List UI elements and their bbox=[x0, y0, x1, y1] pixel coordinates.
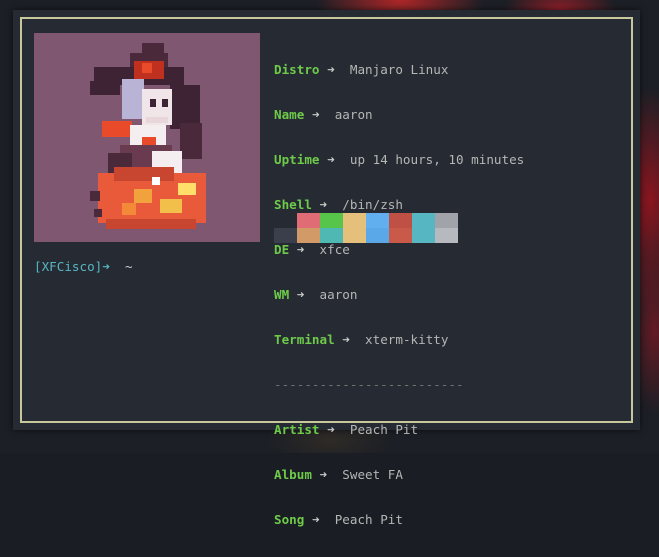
info-key: Terminal bbox=[274, 332, 335, 347]
info-row-album: Album ➜ Sweet FA bbox=[274, 467, 524, 482]
info-row-name: Name ➜ aaron bbox=[274, 107, 524, 122]
color-swatch bbox=[389, 228, 412, 243]
info-row-uptime: Uptime ➜ up 14 hours, 10 minutes bbox=[274, 152, 524, 167]
arrow-icon: ➜ bbox=[319, 467, 328, 482]
arrow-icon: ➜ bbox=[296, 287, 305, 302]
info-row-shell: Shell ➜ /bin/zsh bbox=[274, 197, 524, 212]
info-value: Peach Pit bbox=[334, 512, 403, 527]
prompt-host: [XFCisco] bbox=[34, 259, 103, 274]
color-swatch bbox=[297, 228, 320, 243]
arrow-icon: ➜ bbox=[327, 152, 335, 167]
info-value: Manjaro Linux bbox=[349, 62, 449, 77]
info-row-distro: Distro ➜ Manjaro Linux bbox=[274, 62, 524, 77]
color-swatch bbox=[274, 228, 297, 243]
info-value: xterm-kitty bbox=[365, 332, 449, 347]
color-swatch bbox=[412, 213, 435, 228]
color-swatch bbox=[343, 228, 366, 243]
info-value: aaron bbox=[334, 107, 373, 122]
info-row-wm: WM ➜ aaron bbox=[274, 287, 524, 302]
info-key: WM bbox=[274, 287, 290, 302]
info-value: Peach Pit bbox=[349, 422, 419, 437]
info-key: Song bbox=[274, 512, 305, 527]
prompt-arrow-icon: ➜ bbox=[102, 259, 110, 274]
arrow-icon: ➜ bbox=[327, 422, 335, 437]
arrow-icon: ➜ bbox=[296, 242, 305, 257]
info-value: aaron bbox=[319, 287, 358, 302]
color-swatch bbox=[366, 213, 389, 228]
color-palette bbox=[274, 213, 458, 243]
info-key: Artist bbox=[274, 422, 320, 437]
info-key: Uptime bbox=[274, 152, 320, 167]
info-row-de: DE ➜ xfce bbox=[274, 242, 524, 257]
color-swatch bbox=[366, 228, 389, 243]
color-swatch bbox=[389, 213, 412, 228]
info-value: Sweet FA bbox=[342, 467, 403, 482]
info-row-song: Song ➜ Peach Pit bbox=[274, 512, 524, 527]
color-swatch bbox=[412, 228, 435, 243]
info-key: Distro bbox=[274, 62, 320, 77]
color-swatch bbox=[274, 213, 297, 228]
arrow-icon: ➜ bbox=[327, 62, 335, 77]
arrow-icon: ➜ bbox=[311, 107, 320, 122]
info-key: Name bbox=[274, 107, 305, 122]
arrow-icon: ➜ bbox=[319, 197, 328, 212]
info-row-terminal: Terminal ➜ xterm-kitty bbox=[274, 332, 524, 347]
album-art-pixel-image bbox=[34, 33, 260, 242]
color-swatch bbox=[435, 228, 458, 243]
prompt-cwd: ~ bbox=[125, 259, 133, 274]
info-key: DE bbox=[274, 242, 290, 257]
system-info-panel: Distro ➜ Manjaro Linux Name ➜ aaron Upti… bbox=[274, 32, 524, 557]
info-key: Shell bbox=[274, 197, 312, 212]
info-value: /bin/zsh bbox=[342, 197, 403, 212]
color-swatch bbox=[297, 213, 320, 228]
separator-line: ------------------------- bbox=[274, 377, 464, 392]
color-swatch bbox=[320, 228, 343, 243]
pixel-art-witch-icon bbox=[90, 43, 206, 229]
color-swatch bbox=[435, 213, 458, 228]
info-value: xfce bbox=[319, 242, 350, 257]
info-key: Album bbox=[274, 467, 312, 482]
color-swatch bbox=[343, 213, 366, 228]
info-value: up 14 hours, 10 minutes bbox=[349, 152, 525, 167]
color-swatch bbox=[320, 213, 343, 228]
shell-prompt[interactable]: [XFCisco]➜ ~ bbox=[34, 259, 133, 274]
arrow-icon: ➜ bbox=[342, 332, 350, 347]
info-row-artist: Artist ➜ Peach Pit bbox=[274, 422, 524, 437]
arrow-icon: ➜ bbox=[311, 512, 320, 527]
terminal-window[interactable]: Distro ➜ Manjaro Linux Name ➜ aaron Upti… bbox=[13, 10, 640, 527]
